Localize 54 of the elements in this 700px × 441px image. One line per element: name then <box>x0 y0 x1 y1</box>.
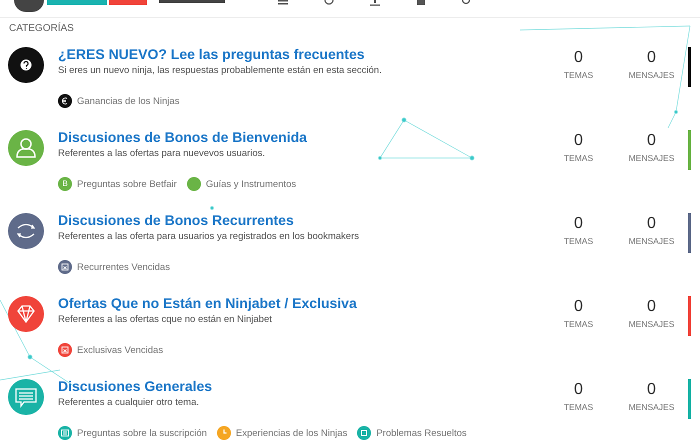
section-heading: CATEGORÍAS <box>8 21 75 36</box>
category-title-link[interactable]: Discusiones de Bonos de Bienvenida <box>58 129 542 145</box>
calendar-icon[interactable] <box>58 343 72 357</box>
stat-label: MENSAJES <box>628 402 676 412</box>
post-count: 0 <box>646 48 657 68</box>
topic-count: 0 <box>573 131 584 151</box>
category-description: Referentes a las oferta para usuarios ya registrados en los bookmakers <box>58 231 360 242</box>
topic-count: 0 <box>573 380 584 400</box>
subforum-link[interactable]: Experiencias de los Ninjas <box>236 428 348 438</box>
topic-count: 0 <box>573 297 584 317</box>
subforum-link[interactable]: Preguntas sobre Betfair <box>77 178 177 190</box>
stat-label: MENSAJES <box>628 236 676 246</box>
subforum-link[interactable]: Preguntas sobre la suscripción <box>77 428 207 438</box>
calendar-icon[interactable] <box>58 260 72 274</box>
euro-icon[interactable] <box>58 94 72 108</box>
list-icon[interactable] <box>58 426 72 440</box>
stat-label: TEMAS <box>562 153 594 163</box>
post-count: 0 <box>646 380 657 400</box>
download-icon[interactable] <box>369 0 381 6</box>
category-title-link[interactable]: Discusiones de Bonos Recurrentes <box>58 212 542 228</box>
post-count: 0 <box>646 131 657 151</box>
category-title-link[interactable]: Discusiones Generales <box>58 378 542 394</box>
subforum-link[interactable]: Guías y Instrumentos <box>206 178 296 190</box>
category-description: Si eres un nuevo ninja, las respuestas probablemente están en esta sección. <box>58 65 383 76</box>
post-count: 0 <box>646 214 657 234</box>
category-description: Referentes a las ofertas cque no están en Ninjabet <box>58 314 273 325</box>
stat-label: MENSAJES <box>628 153 676 163</box>
topic-count: 0 <box>573 214 584 234</box>
letter-badge[interactable]: B <box>58 177 72 191</box>
topic-count: 0 <box>573 48 584 68</box>
category-description: Referentes a las ofertas para nuevevos usuarios. <box>58 148 266 159</box>
menu-icon[interactable] <box>277 0 289 6</box>
stat-label: TEMAS <box>562 70 594 80</box>
stat-label: TEMAS <box>562 236 594 246</box>
user-icon[interactable] <box>8 130 44 166</box>
stat-label: TEMAS <box>562 319 594 329</box>
logo-avatar-icon[interactable] <box>14 0 44 12</box>
post-count: 0 <box>646 297 657 317</box>
category-title-link[interactable]: Ofertas Que no Están en Ninjabet / Exclusiva <box>58 295 542 311</box>
question-icon[interactable] <box>8 47 44 83</box>
subforum-link[interactable]: Ganancias de los Ninjas <box>77 96 180 106</box>
subforum-link[interactable]: Recurrentes Vencidas <box>77 262 170 272</box>
subforum-link[interactable]: Problemas Resueltos <box>376 428 467 438</box>
category-description: Referentes a cualquier otro tema. <box>58 397 200 408</box>
category-title-link[interactable]: ¿ERES NUEVO? Lee las preguntas frecuentes <box>58 46 542 62</box>
square-icon[interactable] <box>415 0 427 6</box>
stat-label: TEMAS <box>562 402 594 412</box>
chat-icon[interactable] <box>8 379 44 415</box>
refresh-icon[interactable] <box>8 213 44 249</box>
search-icon[interactable] <box>461 0 473 6</box>
stat-label: MENSAJES <box>628 319 676 329</box>
dot-icon[interactable] <box>186 177 201 191</box>
subforum-link[interactable]: Exclusivas Vencidas <box>77 344 164 356</box>
stat-label: MENSAJES <box>628 70 676 80</box>
